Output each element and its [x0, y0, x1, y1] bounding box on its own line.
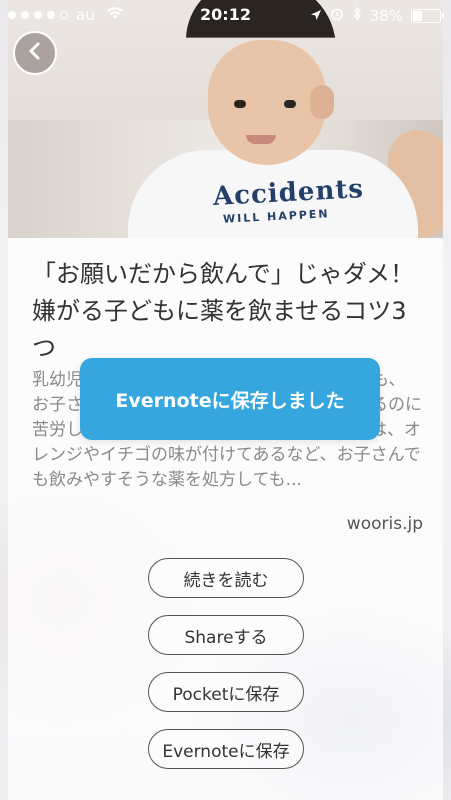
share-button[interactable]: Shareする [148, 615, 304, 655]
article-source[interactable]: wooris.jp [347, 514, 423, 534]
status-bar: au 20:12 38% [0, 0, 451, 30]
article-photo: Accidents WILL HAPPEN [8, 0, 443, 238]
chevron-left-icon [25, 41, 45, 65]
battery-icon [411, 8, 444, 23]
battery-percent: 38% [369, 6, 403, 25]
read-more-button[interactable]: 続きを読む [148, 558, 304, 598]
back-button[interactable] [13, 31, 57, 75]
toast-message: Evernoteに保存しました [115, 389, 345, 412]
saved-toast: Evernoteに保存しました [80, 358, 380, 440]
evernote-save-button[interactable]: Evernoteに保存 [148, 729, 304, 769]
location-arrow-icon [310, 7, 322, 25]
alarm-icon [330, 7, 344, 25]
bluetooth-icon [352, 6, 362, 25]
article-title: 「お願いだから飲んで」じゃダメ！嫌がる子どもに薬を飲ませるコツ3つ [32, 260, 415, 362]
pocket-save-button[interactable]: Pocketに保存 [148, 672, 304, 712]
